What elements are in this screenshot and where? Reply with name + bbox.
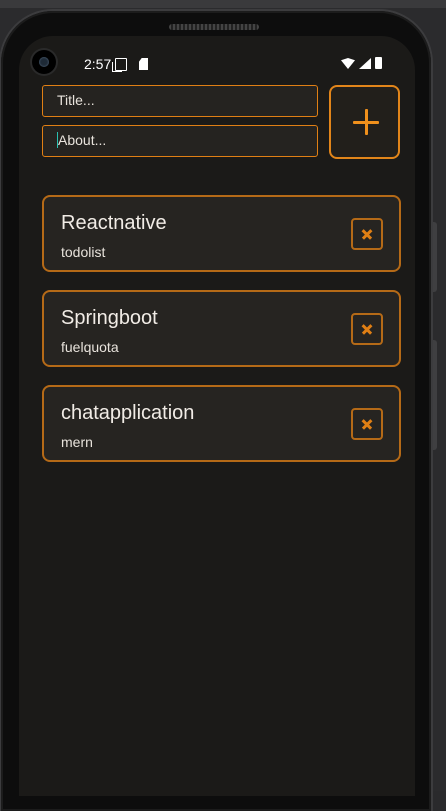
todo-subtitle: fuelquota [61, 339, 119, 355]
todo-title: Reactnative [61, 212, 167, 234]
add-todo-button[interactable] [329, 85, 400, 159]
battery-icon [375, 57, 382, 69]
delete-todo-button[interactable] [351, 218, 383, 250]
delete-todo-button[interactable] [351, 408, 383, 440]
desktop-background: 2:57 Title... About... Reactnative todol… [0, 0, 446, 811]
plus-icon-vertical [365, 109, 368, 135]
power-button[interactable] [432, 340, 437, 450]
delete-todo-button[interactable] [351, 313, 383, 345]
todo-card[interactable]: Springboot fuelquota [42, 290, 401, 367]
wifi-icon [341, 58, 355, 69]
emulator-toolbar-strip [0, 0, 446, 8]
todo-subtitle: mern [61, 434, 93, 450]
about-placeholder: About... [58, 132, 107, 148]
screen-copy-icon [112, 58, 127, 72]
todo-title: chatapplication [61, 402, 195, 424]
todo-subtitle: todolist [61, 244, 106, 260]
volume-button[interactable] [432, 222, 437, 292]
speaker-grille [169, 24, 259, 30]
title-input[interactable]: Title... [42, 85, 318, 117]
status-left-icons [112, 56, 148, 72]
sd-card-icon [139, 58, 148, 70]
about-input[interactable]: About... [42, 125, 318, 157]
todo-card[interactable]: Reactnative todolist [42, 195, 401, 272]
front-camera [32, 50, 56, 74]
status-time: 2:57 [84, 56, 112, 72]
title-placeholder: Title... [57, 92, 95, 108]
todo-title: Springboot [61, 307, 158, 329]
todo-card[interactable]: chatapplication mern [42, 385, 401, 462]
status-right-icons [341, 57, 382, 69]
cell-signal-icon [359, 58, 371, 69]
app-screen: 2:57 Title... About... Reactnative todol… [19, 36, 415, 796]
